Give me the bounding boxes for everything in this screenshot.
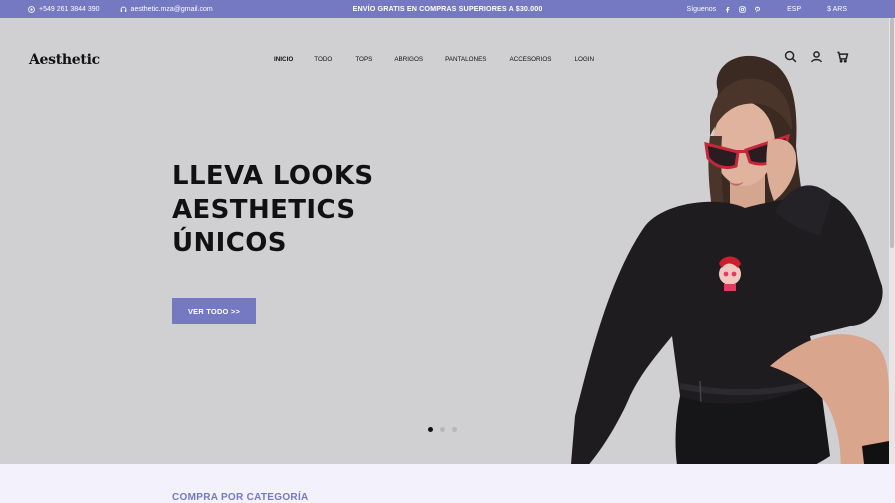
language-selector[interactable]: ESP — [787, 6, 801, 13]
phone-number[interactable]: +549 261 3844 390 — [39, 6, 100, 13]
page: +549 261 3844 390 aesthetic.mza@gmail.co… — [0, 0, 895, 503]
hero-model-image — [571, 55, 889, 464]
currency-selector[interactable]: $ ARS — [827, 6, 847, 13]
headset-icon — [120, 6, 126, 12]
scrollbar[interactable] — [889, 18, 895, 464]
top-bar-right: Síguenos ESP $ ARS — [687, 0, 847, 18]
logo-prefix: Ae — [29, 52, 49, 68]
top-bar: +549 261 3844 390 aesthetic.mza@gmail.co… — [0, 0, 895, 18]
main-nav: INICIO TODO TOPS ABRIGOS PANTALONES ACCE… — [274, 56, 594, 63]
nav-item-tops[interactable]: TOPS — [355, 56, 372, 63]
email-address[interactable]: aesthetic.mza@gmail.com — [131, 6, 213, 13]
carousel-dot-3[interactable] — [452, 427, 457, 432]
scrollbar-thumb[interactable] — [890, 18, 894, 248]
cart-icon[interactable] — [836, 50, 849, 63]
contact-info: +549 261 3844 390 aesthetic.mza@gmail.co… — [28, 0, 213, 18]
nav-item-pantalones[interactable]: PANTALONES — [445, 56, 486, 63]
user-icon[interactable] — [810, 50, 823, 63]
view-all-button[interactable]: VER TODO >> — [172, 298, 256, 324]
nav-item-abrigos[interactable]: ABRIGOS — [394, 56, 423, 63]
hero-banner: Aesthetic INICIO TODO TOPS ABRIGOS PANTA… — [0, 18, 889, 464]
logo-suffix: sthetic — [48, 52, 100, 68]
header-actions — [784, 50, 849, 63]
brand-logo[interactable]: Aesthetic — [29, 52, 100, 68]
carousel-dot-1[interactable] — [428, 427, 433, 432]
search-icon[interactable] — [784, 50, 797, 63]
nav-item-todo[interactable]: TODO — [314, 56, 332, 63]
carousel-dot-2[interactable] — [440, 427, 445, 432]
carousel-indicators — [428, 427, 457, 432]
hero-headline-line-3: ÚNICOS — [172, 228, 287, 258]
hero-headline: LLEVA LOOKS AESTHETICS ÚNICOS — [172, 160, 374, 261]
nav-item-accesorios[interactable]: ACCESORIOS — [509, 56, 551, 63]
hero-headline-line-2: AESTHETICS — [172, 194, 356, 225]
nav-item-login[interactable]: LOGIN — [574, 56, 594, 63]
pinterest-icon[interactable] — [754, 6, 761, 13]
whatsapp-icon — [28, 5, 35, 13]
hero-headline-line-1: LLEVA LOOKS — [172, 161, 374, 191]
instagram-icon[interactable] — [739, 5, 746, 13]
follow-label: Síguenos — [686, 5, 717, 13]
category-section-title: COMPRA POR CATEGORÍA — [172, 492, 309, 503]
facebook-icon[interactable] — [724, 6, 731, 13]
nav-item-inicio[interactable]: INICIO — [274, 56, 293, 63]
